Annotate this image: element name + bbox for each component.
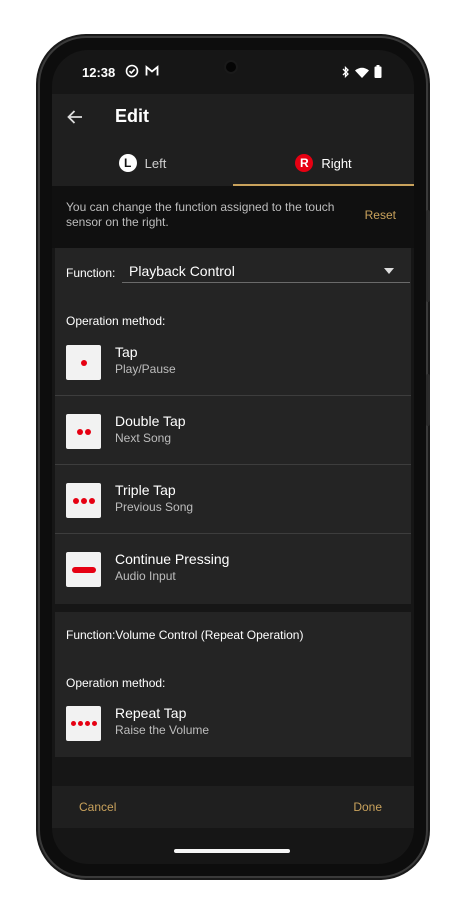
method-row-tap[interactable]: Tap Play/Pause bbox=[55, 328, 411, 396]
function-dropdown[interactable]: Playback Control bbox=[122, 260, 410, 283]
method-title: Repeat Tap bbox=[115, 705, 187, 721]
battery-icon bbox=[374, 65, 382, 81]
gmail-icon bbox=[145, 64, 159, 81]
divider bbox=[55, 395, 411, 396]
tab-left[interactable]: L Left bbox=[52, 140, 233, 186]
method-subtitle: Previous Song bbox=[115, 500, 194, 514]
method-subtitle: Next Song bbox=[115, 431, 172, 445]
double-dot-icon bbox=[66, 414, 101, 449]
method-row-continue-pressing[interactable]: Continue Pressing Audio Input bbox=[55, 535, 411, 603]
page-title: Edit bbox=[115, 106, 149, 126]
left-badge-icon: L bbox=[118, 154, 137, 172]
tab-right-label: Right bbox=[321, 155, 352, 171]
app-bar: Edit bbox=[52, 94, 414, 140]
info-text: You can change the function assigned to … bbox=[66, 200, 335, 229]
function-label: Function: bbox=[66, 266, 116, 280]
divider bbox=[55, 533, 411, 534]
wifi-icon bbox=[355, 66, 369, 81]
status-bar: 12:38 bbox=[52, 50, 414, 94]
single-dot-icon bbox=[66, 345, 101, 380]
triple-dot-icon bbox=[66, 483, 101, 518]
function-card-volume: Function:Volume Control (Repeat Operatio… bbox=[55, 612, 411, 757]
volume-button bbox=[426, 374, 430, 426]
method-row-triple-tap[interactable]: Triple Tap Previous Song bbox=[55, 466, 411, 534]
check-circle-icon bbox=[125, 64, 139, 81]
status-icons bbox=[342, 65, 382, 81]
operation-method-label: Operation method: bbox=[66, 314, 166, 328]
method-row-double-tap[interactable]: Double Tap Next Song bbox=[55, 397, 411, 465]
status-time: 12:38 bbox=[82, 65, 116, 80]
method-title: Continue Pressing bbox=[115, 551, 230, 567]
power-button bbox=[426, 210, 430, 302]
tab-left-label: Left bbox=[144, 155, 167, 171]
done-button[interactable]: Done bbox=[353, 800, 382, 814]
method-subtitle: Play/Pause bbox=[115, 362, 176, 376]
quad-dot-icon bbox=[66, 706, 101, 741]
reset-button[interactable]: Reset bbox=[365, 208, 396, 222]
method-subtitle: Audio Input bbox=[115, 569, 176, 583]
function-card-playback: Function: Playback Control Operation met… bbox=[55, 248, 411, 604]
cancel-button[interactable]: Cancel bbox=[79, 800, 116, 814]
long-press-bar-icon bbox=[66, 552, 101, 587]
operation-method-label: Operation method: bbox=[66, 676, 166, 690]
method-row-repeat-tap[interactable]: Repeat Tap Raise the Volume bbox=[55, 689, 411, 757]
dropdown-arrow-icon bbox=[384, 268, 394, 274]
method-title: Triple Tap bbox=[115, 482, 176, 498]
tab-right[interactable]: R Right bbox=[233, 140, 414, 186]
screen: 12:38 Edit L Left R Right You can change… bbox=[52, 50, 414, 864]
info-banner: You can change the function assigned to … bbox=[52, 186, 414, 248]
function-dropdown-value: Playback Control bbox=[129, 263, 235, 279]
bluetooth-icon bbox=[342, 65, 350, 81]
front-camera bbox=[226, 62, 236, 72]
back-arrow-icon[interactable] bbox=[66, 108, 84, 131]
method-subtitle: Raise the Volume bbox=[115, 723, 210, 737]
tab-bar: L Left R Right bbox=[52, 140, 414, 186]
home-indicator[interactable] bbox=[174, 849, 290, 853]
right-badge-icon: R bbox=[295, 154, 314, 172]
method-title: Double Tap bbox=[115, 413, 186, 429]
phone-frame: 12:38 Edit L Left R Right You can change… bbox=[40, 38, 430, 876]
divider bbox=[55, 464, 411, 465]
method-title: Tap bbox=[115, 344, 138, 360]
bottom-action-bar: Cancel Done bbox=[52, 786, 414, 828]
function-volume-label: Function:Volume Control (Repeat Operatio… bbox=[66, 628, 304, 642]
